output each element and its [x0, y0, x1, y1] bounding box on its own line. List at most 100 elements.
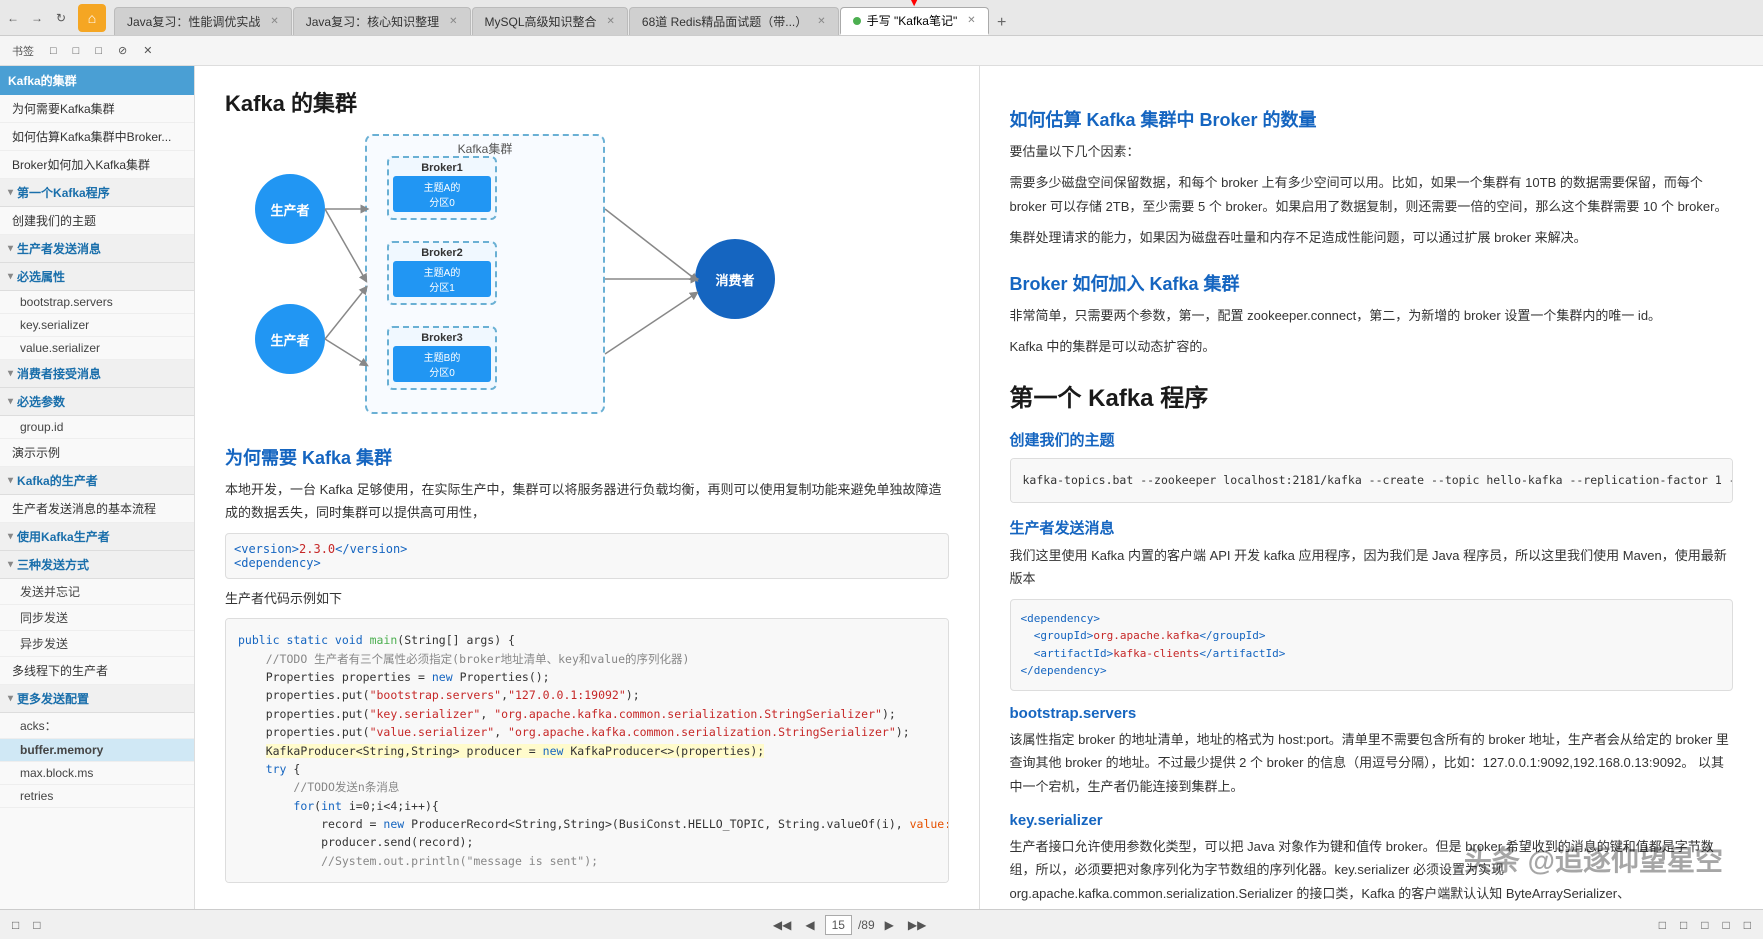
view-mode3[interactable]: □: [1697, 916, 1712, 934]
sidebar-section-use-producer[interactable]: ▾ 使用Kafka生产者: [0, 523, 194, 551]
sidebar-item-why-cluster[interactable]: 为何需要Kafka集群: [0, 95, 194, 123]
tab-close-icon[interactable]: ✕: [967, 15, 975, 26]
sidebar-sub-fire-forget[interactable]: 发送并忘记: [0, 579, 194, 605]
bootstrap-servers-title: bootstrap.servers: [1010, 705, 1734, 722]
total-pages: /89: [858, 918, 875, 932]
sidebar-sub-buffer-memory[interactable]: buffer.memory: [0, 739, 194, 762]
kafka-cluster-box: Kafka集群 Broker1 主题A的分区0 Broker2 主题A的分区1 …: [365, 134, 605, 414]
toolbar: 书签 □ □ □ ⊘ ✕: [0, 36, 1763, 66]
back-button[interactable]: ←: [4, 9, 22, 27]
producer-send-title: 生产者发送消息: [1010, 517, 1734, 538]
broker-count-text2: 集群处理请求的能力，如果因为磁盘吞吐量和内存不足造成性能问题，可以通过扩展 br…: [1010, 226, 1734, 249]
broker1-box: Broker1 主题A的分区0: [387, 156, 497, 220]
first-program-title: 第一个 Kafka 程序: [1010, 378, 1734, 413]
home-button[interactable]: ⌂: [78, 4, 106, 32]
current-page-input[interactable]: 15: [825, 915, 852, 935]
tab-close-icon[interactable]: ✕: [270, 16, 278, 27]
next-page-button[interactable]: ▶: [881, 916, 898, 934]
main-title: Kafka 的集群: [225, 86, 949, 118]
toolbar-close[interactable]: ✕: [139, 42, 156, 59]
sidebar-section-more-config[interactable]: ▾ 更多发送配置: [0, 685, 194, 713]
bottom-right-controls: □ □ □ □ □: [1655, 916, 1755, 934]
view-mode5[interactable]: □: [1740, 916, 1755, 934]
sidebar-section-kafka-producer[interactable]: ▾ Kafka的生产者: [0, 467, 194, 495]
toolbar-btn3[interactable]: □: [91, 43, 106, 59]
version-code-block: <version>2.3.0</version> <dependency>: [225, 533, 949, 579]
broker-join-note: Kafka 中的集群是可以动态扩容的。: [1010, 335, 1734, 358]
tab-mysql[interactable]: MySQL高级知识整合 ✕: [472, 7, 628, 35]
producer-code-block: public static void main(String[] args) {…: [225, 618, 949, 883]
consumer-node: 消费者: [695, 239, 775, 319]
tab-close-icon[interactable]: ✕: [449, 16, 457, 27]
tab-redis[interactable]: 68道 Redis精品面试题（带...） ✕: [629, 7, 839, 35]
sidebar-sub-async-send[interactable]: 异步发送: [0, 631, 194, 657]
tab-java-perf[interactable]: Java复习：性能调优实战 ✕: [114, 7, 292, 35]
titlebar: ← → ↻ ⌂ Java复习：性能调优实战 ✕ Java复习：核心知识整理 ✕ …: [0, 0, 1763, 36]
last-page-button[interactable]: ▶▶: [904, 916, 930, 934]
toolbar-btn2[interactable]: □: [69, 43, 84, 59]
sidebar-section-producer-send[interactable]: ▾ 生产者发送消息: [0, 235, 194, 263]
key-serializer-text: 生产者接口允许使用参数化类型，可以把 Java 对象作为键和值传 broker。…: [1010, 835, 1734, 909]
view-mode4[interactable]: □: [1718, 916, 1733, 934]
producer1-node: 生产者: [255, 174, 325, 244]
sidebar-item-broker-count[interactable]: 如何估算Kafka集群中Broker...: [0, 123, 194, 151]
sidebar-sub-retries[interactable]: retries: [0, 785, 194, 808]
new-tab-button[interactable]: +: [990, 11, 1014, 35]
toolbar-btn1[interactable]: □: [46, 43, 61, 59]
sidebar-section-first-program[interactable]: ▾ 第一个Kafka程序: [0, 179, 194, 207]
broker-join-title: Broker 如何加入 Kafka 集群: [1010, 270, 1734, 296]
bottom-icon2[interactable]: □: [29, 916, 44, 934]
bottom-icon1[interactable]: □: [8, 916, 23, 934]
broker-join-text: 非常简单，只需要两个参数，第一，配置 zookeeper.connect，第二，…: [1010, 304, 1734, 327]
sidebar-item-producer-flow[interactable]: 生产者发送消息的基本流程: [0, 495, 194, 523]
content-area: Kafka 的集群 Kafka集群 Broker1 主题A的分区0 Broker…: [195, 66, 1763, 909]
view-mode1[interactable]: □: [1655, 916, 1670, 934]
refresh-button[interactable]: ↻: [52, 9, 70, 27]
sidebar-item-demo[interactable]: 演示示例: [0, 439, 194, 467]
broker-count-intro: 要估量以下几个因素：: [1010, 140, 1734, 163]
first-page-button[interactable]: ◀◀: [769, 916, 795, 934]
tab-active-dot: [853, 17, 861, 25]
window-controls: ← → ↻: [4, 9, 70, 27]
sidebar-sub-groupid[interactable]: group.id: [0, 416, 194, 439]
create-topic-title: 创建我们的主题: [1010, 429, 1734, 450]
sidebar-sub-acks[interactable]: acks：: [0, 713, 194, 739]
prev-page-button[interactable]: ◀: [801, 916, 818, 934]
forward-button[interactable]: →: [28, 9, 46, 27]
broker3-label: Broker3: [393, 332, 491, 344]
dependency-tag: <dependency>: [234, 556, 940, 570]
tab-kafka[interactable]: 手写 "Kafka笔记" ✕ ▼: [840, 7, 989, 35]
page-navigation: ◀◀ ◀ 15 /89 ▶ ▶▶: [769, 915, 930, 935]
sidebar-section-send-methods[interactable]: ▾ 三种发送方式: [0, 551, 194, 579]
broker3-box: Broker3 主题B的分区0: [387, 326, 497, 390]
sidebar-sub-key-ser[interactable]: key.serializer: [0, 314, 194, 337]
sidebar-item-broker-join[interactable]: Broker如何加入Kafka集群: [0, 151, 194, 179]
version-tag: <version>2.3.0</version>: [234, 542, 940, 556]
tab-java-core[interactable]: Java复习：核心知识整理 ✕: [293, 7, 471, 35]
tab-close-icon[interactable]: ✕: [607, 16, 615, 27]
bottombar: □ □ ◀◀ ◀ 15 /89 ▶ ▶▶ □ □ □ □ □: [0, 909, 1763, 939]
sidebar-sub-bootstrap[interactable]: bootstrap.servers: [0, 291, 194, 314]
toolbar-btn4[interactable]: ⊘: [114, 42, 131, 59]
left-content-pane: Kafka 的集群 Kafka集群 Broker1 主题A的分区0 Broker…: [195, 66, 980, 909]
sidebar-sub-max-block[interactable]: max.block.ms: [0, 762, 194, 785]
sidebar-section-required-params[interactable]: ▾ 必选参数: [0, 388, 194, 416]
bookmark-label: 书签: [8, 41, 38, 61]
sidebar-item-create-topic[interactable]: 创建我们的主题: [0, 207, 194, 235]
main-container: Kafka的集群 为何需要Kafka集群 如何估算Kafka集群中Broker.…: [0, 66, 1763, 909]
tab-close-icon[interactable]: ✕: [817, 16, 825, 27]
tabs-container: Java复习：性能调优实战 ✕ Java复习：核心知识整理 ✕ MySQL高级知…: [114, 0, 1759, 35]
sidebar-section-consumer[interactable]: ▾ 消费者接受消息: [0, 360, 194, 388]
broker-count-text1: 需要多少磁盘空间保留数据，和每个 broker 上有多少空间可以用。比如，如果一…: [1010, 171, 1734, 218]
red-arrow-indicator: ▼: [903, 0, 925, 12]
sidebar-sub-sync-send[interactable]: 同步发送: [0, 605, 194, 631]
dependency-xml-block: <dependency> <groupId>org.apache.kafka</…: [1010, 599, 1734, 691]
view-mode2[interactable]: □: [1676, 916, 1691, 934]
sidebar-item-multi-thread[interactable]: 多线程下的生产者: [0, 657, 194, 685]
sidebar-title: Kafka的集群: [8, 72, 77, 89]
sidebar-section-required-attrs[interactable]: ▾ 必选属性: [0, 263, 194, 291]
kafka-diagram: Kafka集群 Broker1 主题A的分区0 Broker2 主题A的分区1 …: [225, 134, 805, 424]
sidebar-header: Kafka的集群: [0, 66, 194, 95]
sidebar-sub-value-ser[interactable]: value.serializer: [0, 337, 194, 360]
broker1-partition0: 主题A的分区0: [393, 176, 491, 212]
